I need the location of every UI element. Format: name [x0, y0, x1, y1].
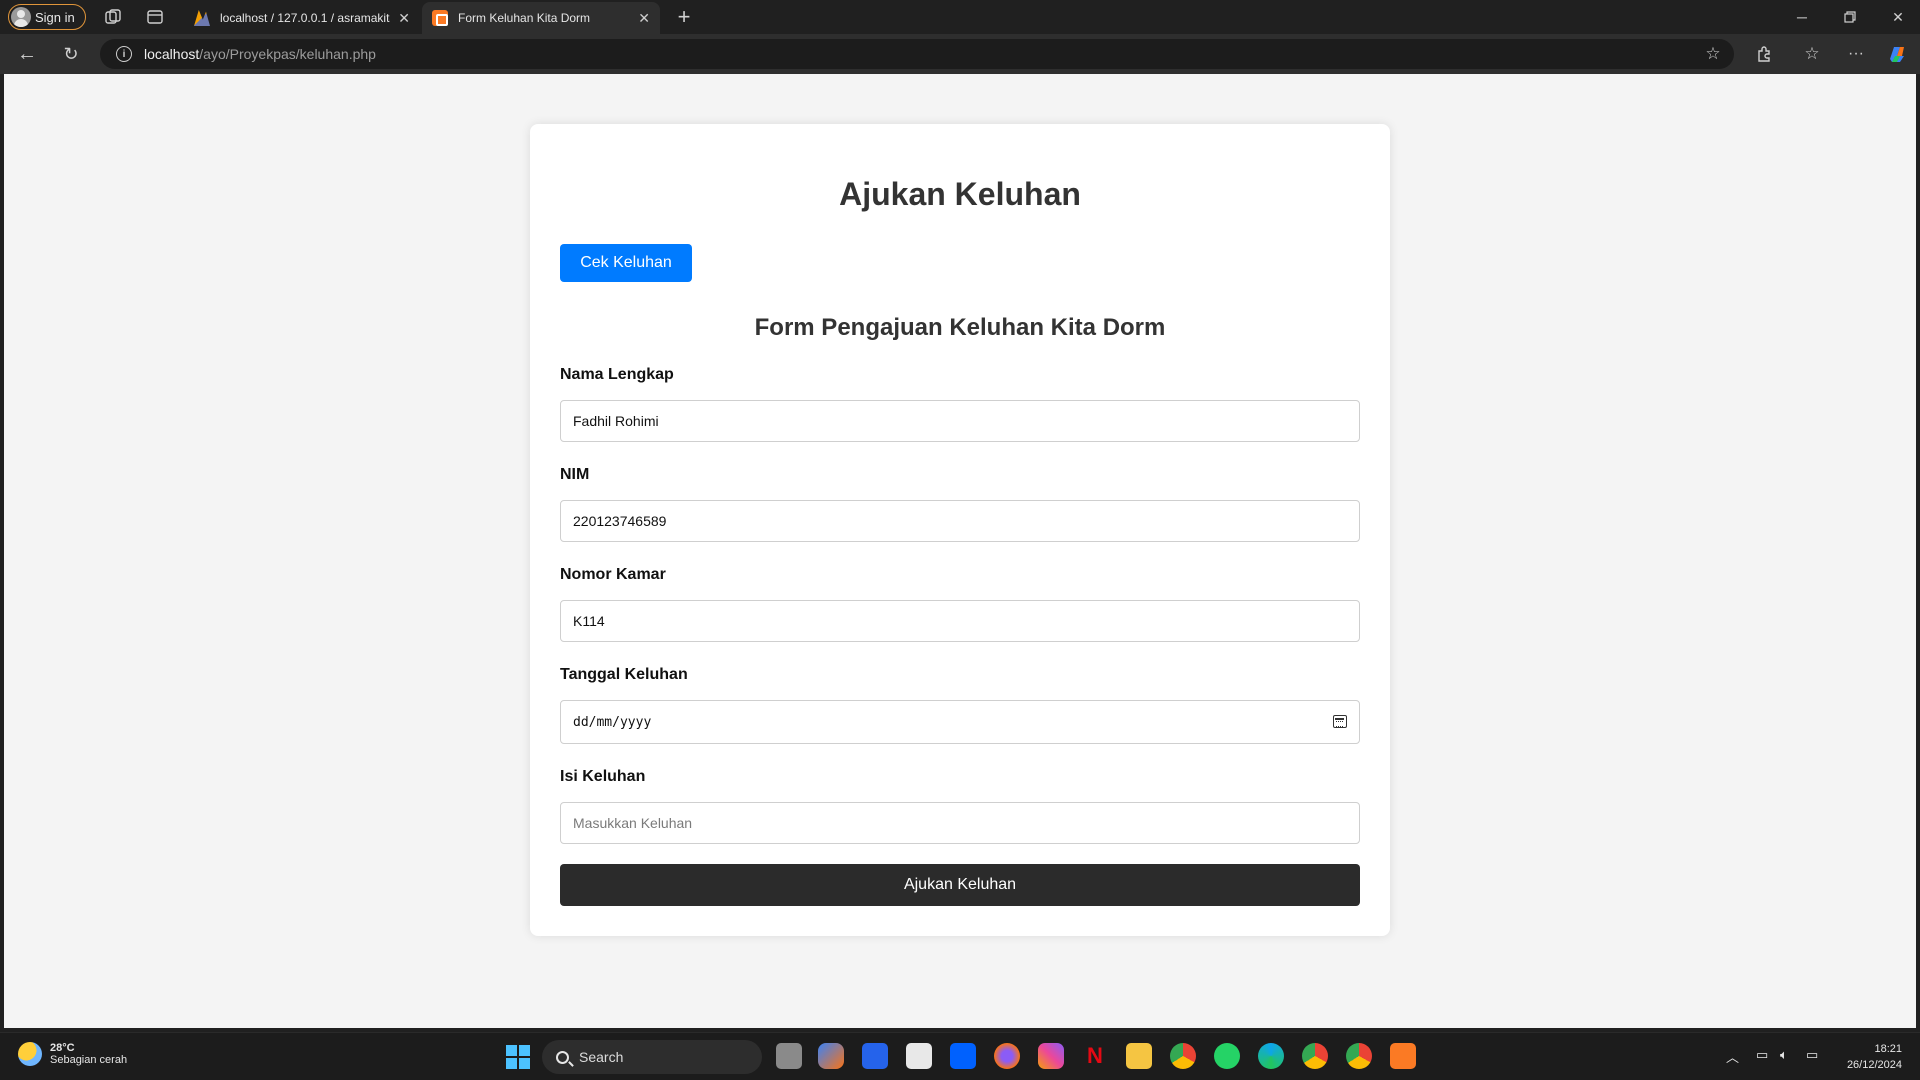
copilot-taskbar-icon[interactable]	[818, 1043, 844, 1069]
xampp-icon	[432, 10, 448, 26]
tab-title: Form Keluhan Kita Dorm	[458, 11, 591, 25]
edge-icon[interactable]	[1258, 1043, 1284, 1069]
copilot-icon[interactable]	[1886, 43, 1908, 65]
tray-chevron-icon[interactable]: ︿	[1726, 1047, 1739, 1066]
more-menu-icon[interactable]: ···	[1846, 44, 1866, 64]
browser-toolbar: ← ↻ i localhost/ayo/Proyekpas/keluhan.ph…	[0, 34, 1920, 74]
firefox-icon[interactable]	[994, 1043, 1020, 1069]
xampp-taskbar-icon[interactable]	[1390, 1043, 1416, 1069]
file-explorer-icon[interactable]	[1126, 1043, 1152, 1069]
taskbar-search[interactable]: Search	[542, 1040, 762, 1074]
close-tab-icon[interactable]: ✕	[398, 10, 410, 27]
start-windows-icon[interactable]	[506, 1045, 530, 1069]
phpmyadmin-icon	[194, 10, 210, 26]
volume-icon[interactable]: 🔈︎	[1780, 1047, 1788, 1063]
nim-input[interactable]: 220123746589	[560, 500, 1360, 542]
search-label: Search	[579, 1049, 624, 1065]
tab-title: localhost / 127.0.0.1 / asramakita	[220, 11, 391, 25]
cek-keluhan-button[interactable]: Cek Keluhan	[560, 244, 692, 282]
isi-label: Isi Keluhan	[560, 768, 646, 785]
windows-taskbar: 28°C Sebagian cerah Search N ︿ ▭ 🔈︎ ▭ 18…	[0, 1032, 1920, 1080]
form-title: Form Pengajuan Keluhan Kita Dorm	[754, 314, 1166, 341]
nama-input[interactable]: Fadhil Rohimi	[560, 400, 1360, 442]
nama-label: Nama Lengkap	[560, 366, 674, 383]
tanggal-input[interactable]: dd/mm/yyyy	[560, 700, 1360, 744]
battery-icon[interactable]: ▭	[1806, 1047, 1818, 1063]
favorites-icon[interactable]: ☆	[1802, 44, 1822, 64]
clock-time: 18:21	[1874, 1043, 1902, 1055]
dropbox-icon[interactable]	[950, 1043, 976, 1069]
ajukan-keluhan-button[interactable]: Ajukan Keluhan	[560, 864, 1360, 906]
profile-avatar-icon	[11, 7, 31, 27]
url-host: localhost	[144, 46, 200, 62]
sign-in-label: Sign in	[35, 9, 75, 25]
weather-temp: 28°C	[50, 1042, 75, 1054]
network-icon[interactable]: ▭	[1756, 1047, 1768, 1063]
nim-label: NIM	[560, 466, 590, 483]
reload-icon[interactable]: ↻	[60, 44, 82, 64]
weather-widget[interactable]: 28°C Sebagian cerah	[18, 1042, 127, 1066]
tanggal-label: Tanggal Keluhan	[560, 666, 688, 683]
store-icon[interactable]	[862, 1043, 888, 1069]
chrome-profile-icon[interactable]	[1302, 1043, 1328, 1069]
new-tab-button[interactable]: +	[672, 4, 696, 30]
task-view-icon[interactable]	[776, 1043, 802, 1069]
netflix-icon[interactable]: N	[1082, 1043, 1108, 1069]
search-icon	[556, 1050, 569, 1064]
isi-keluhan-input[interactable]: Masukkan Keluhan	[560, 802, 1360, 844]
whatsapp-icon[interactable]	[1214, 1043, 1240, 1069]
amazon-icon[interactable]	[906, 1043, 932, 1069]
clock-date: 26/12/2024	[1846, 1059, 1902, 1071]
weather-desc: Sebagian cerah	[50, 1054, 128, 1066]
tab-form-keluhan[interactable]: Form Keluhan Kita Dorm ✕	[422, 2, 660, 34]
kamar-input[interactable]: K114	[560, 600, 1360, 642]
close-window-icon[interactable]: ✕	[1888, 8, 1908, 26]
back-icon[interactable]: ←	[16, 43, 38, 65]
browser-tab-bar: Sign in localhost / 127.0.0.1 / asramaki…	[0, 0, 1920, 34]
chrome-profile-2-icon[interactable]	[1346, 1043, 1372, 1069]
restore-icon[interactable]	[1840, 8, 1860, 26]
favorite-star-icon[interactable]: ☆	[1704, 44, 1722, 63]
complaint-card: Ajukan Keluhan Cek Keluhan Form Pengajua…	[530, 124, 1390, 936]
close-tab-icon[interactable]: ✕	[638, 10, 650, 27]
address-bar[interactable]: i localhost/ayo/Proyekpas/keluhan.php ☆	[100, 39, 1734, 69]
workspaces-icon[interactable]	[104, 8, 122, 26]
extensions-icon[interactable]	[1754, 44, 1774, 64]
chrome-icon[interactable]	[1170, 1043, 1196, 1069]
sign-in-button[interactable]: Sign in	[8, 4, 86, 30]
tab-actions-icon[interactable]	[146, 8, 164, 26]
page-title: Ajukan Keluhan	[839, 176, 1081, 212]
weather-partly-sunny-icon	[18, 1042, 42, 1066]
url-path: /ayo/Proyekpas/keluhan.php	[199, 46, 376, 62]
tab-phpmyadmin[interactable]: localhost / 127.0.0.1 / asramakita ✕	[184, 2, 420, 34]
page-viewport: Ajukan Keluhan Cek Keluhan Form Pengajua…	[4, 74, 1916, 1028]
minimize-icon[interactable]: ─	[1792, 8, 1812, 26]
calendar-icon[interactable]	[1333, 715, 1347, 728]
kamar-label: Nomor Kamar	[560, 566, 666, 583]
taskbar-clock[interactable]: 18:21 26/12/2024	[1847, 1041, 1902, 1073]
instagram-icon[interactable]	[1038, 1043, 1064, 1069]
site-info-icon[interactable]: i	[116, 46, 132, 62]
date-placeholder: dd/mm/yyyy	[573, 714, 652, 730]
